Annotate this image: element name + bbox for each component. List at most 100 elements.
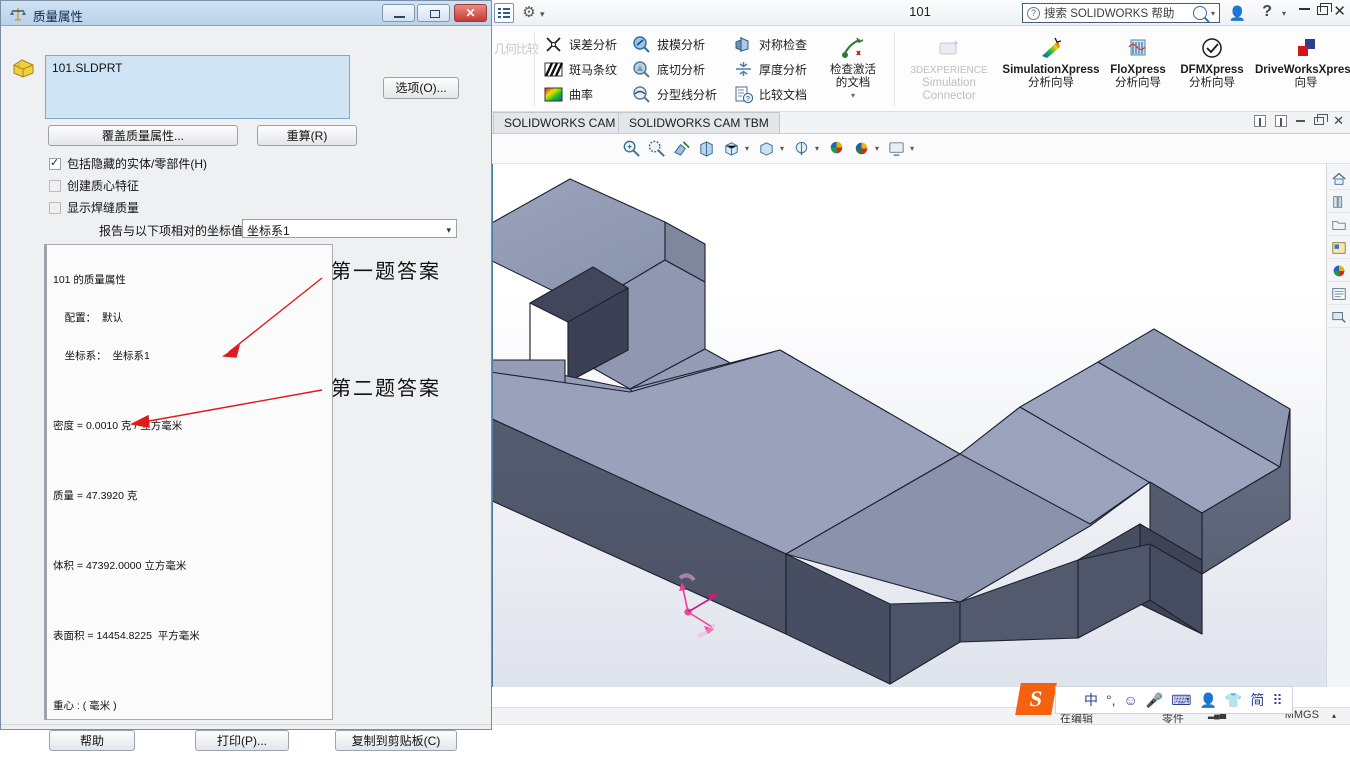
zoom-to-area-icon[interactable] — [645, 138, 667, 160]
options-button[interactable]: 选项(O)... — [383, 77, 459, 99]
selected-bodies-list[interactable]: 101.SLDPRT — [45, 55, 350, 119]
ribbon-button-label-line1: 3DEXPERIENCE — [910, 65, 988, 76]
tab-solidworks-cam-tbm[interactable]: SOLIDWORKS CAM TBM — [618, 112, 780, 133]
ribbon-button-label-line1: SimulationXpress — [1002, 64, 1100, 76]
help-search-box[interactable]: ? 搜索 SOLIDWORKS 帮助 ▾ — [1022, 3, 1220, 23]
curvature-icon — [544, 85, 563, 104]
dialog-maximize-button[interactable] — [417, 4, 450, 22]
ribbon-item-undercut-analysis[interactable]: 底切分析 — [628, 57, 721, 82]
design-library-icon[interactable] — [1327, 191, 1350, 213]
mass-properties-report[interactable]: 101 的质量属性 配置： 默认 坐标系： 坐标系1 密度 = 0.0010 克… — [44, 244, 333, 720]
checkbox-create-center-of-mass-feature[interactable]: 创建质心特征 — [49, 177, 139, 194]
ribbon-button-label-line1: DriveWorksXpress — [1254, 64, 1350, 76]
ribbon-item-symmetry-check[interactable]: 对称检查 — [730, 32, 811, 57]
ribbon-item-parting-line-analysis[interactable]: 分型线分析 — [628, 82, 721, 107]
3d-views-icon[interactable] — [1327, 306, 1350, 328]
chevron-down-icon[interactable]: ▾ — [815, 144, 819, 153]
minimize-button[interactable] — [1299, 8, 1310, 10]
ribbon-button-driveworksxpress[interactable]: DriveWorksXpress 向导 — [1252, 32, 1350, 90]
copy-to-clipboard-button[interactable]: 复制到剪贴板(C) — [335, 730, 457, 751]
section-view-icon[interactable] — [670, 138, 692, 160]
3d-model[interactable] — [490, 164, 1350, 687]
ribbon-button-simulationxpress[interactable]: SimulationXpress 分析向导 — [1002, 32, 1100, 90]
apply-scene-icon[interactable] — [825, 138, 847, 160]
edit-appearance-icon[interactable] — [790, 138, 812, 160]
minimize-pane-button[interactable] — [1296, 120, 1306, 122]
checkbox-box[interactable] — [49, 156, 61, 170]
next-pane-icon[interactable] — [1275, 115, 1288, 127]
dialog-close-button[interactable]: ✕ — [454, 4, 487, 22]
ime-voice-icon[interactable]: 🎤 — [1146, 693, 1163, 707]
ime-simplified-icon[interactable]: 简 — [1250, 693, 1264, 707]
coordinate-system-select[interactable]: 坐标系1 ▾ — [242, 219, 457, 238]
help-search-placeholder: 搜索 SOLIDWORKS 帮助 — [1044, 8, 1175, 20]
help-icon[interactable]: ? — [1262, 3, 1272, 21]
floxpress-icon — [1102, 32, 1174, 64]
previous-pane-icon[interactable] — [1254, 115, 1267, 127]
ime-keyboard-icon[interactable]: ⌨ — [1171, 693, 1191, 707]
custom-properties-icon[interactable] — [1327, 283, 1350, 305]
ribbon-item-label: 斑马条纹 — [569, 63, 618, 77]
dialog-minimize-button[interactable] — [382, 4, 415, 22]
search-icon[interactable] — [1192, 6, 1207, 20]
report-configuration: 配置： 默认 — [53, 311, 124, 324]
view-settings-icon[interactable] — [850, 138, 872, 160]
ime-punctuation-icon[interactable]: °, — [1106, 693, 1116, 707]
ime-skin-icon[interactable]: 👕 — [1225, 693, 1242, 707]
close-pane-button[interactable]: ✕ — [1333, 114, 1344, 127]
viewport-icon[interactable] — [885, 138, 907, 160]
chevron-down-icon[interactable]: ▾ — [780, 144, 784, 153]
ime-chinese-mode-icon[interactable]: 中 — [1084, 693, 1098, 707]
user-icon[interactable]: 👤 — [1229, 5, 1246, 22]
view-orientation-icon[interactable] — [695, 138, 717, 160]
chevron-down-icon[interactable]: ▾ — [1282, 9, 1286, 18]
solidworks-main-window: ⚙ ▾ 101 ? 搜索 SOLIDWORKS 帮助 ▾ 👤 ? ▾ ✕ 几何比… — [490, 0, 1350, 759]
chevron-down-icon[interactable]: ▾ — [745, 144, 749, 153]
chevron-down-icon[interactable]: ▾ — [910, 144, 914, 153]
hide-show-items-icon[interactable] — [755, 138, 777, 160]
print-button[interactable]: 打印(P)... — [195, 730, 289, 751]
ribbon-button-label-line1: 检查激活 — [830, 64, 876, 76]
sogou-ime-logo[interactable]: S — [1015, 683, 1057, 715]
ribbon-button-dfmxpress[interactable]: DFMXpress 分析向导 — [1174, 32, 1250, 90]
restore-pane-button[interactable] — [1314, 114, 1329, 125]
checkbox-box[interactable] — [49, 179, 61, 192]
cam-tab-bar: SOLIDWORKS CAM SOLIDWORKS CAM TBM ✕ — [490, 112, 1350, 134]
checkbox-label: 包括隐藏的实体/零部件(H) — [67, 157, 207, 171]
help-button[interactable]: 帮助 — [49, 730, 135, 751]
ribbon-button-floxpress[interactable]: FloXpress 分析向导 — [1102, 32, 1174, 90]
chevron-down-icon[interactable]: ▾ — [875, 144, 879, 153]
close-button[interactable]: ✕ — [1333, 3, 1346, 21]
zebra-stripes-icon — [544, 60, 564, 79]
ime-emoji-icon[interactable]: ☺ — [1124, 693, 1138, 707]
ime-account-icon[interactable]: 👤 — [1199, 693, 1216, 707]
ribbon-item-thickness-analysis[interactable]: 厚度分析 — [730, 57, 811, 82]
ime-toolbox-icon[interactable]: ⠿ — [1272, 693, 1282, 707]
zoom-to-fit-icon[interactable] — [620, 138, 642, 160]
ribbon-button-check-active-document[interactable]: 检查激活 的文档 ▾ — [814, 32, 892, 100]
restore-button[interactable] — [1317, 3, 1332, 15]
ribbon-item-deviation-analysis[interactable]: 误差分析 — [540, 32, 621, 57]
chevron-down-icon[interactable]: ▾ — [1211, 9, 1215, 18]
display-style-icon[interactable] — [720, 138, 742, 160]
checkbox-box[interactable] — [49, 201, 61, 214]
override-mass-properties-button[interactable]: 覆盖质量属性... — [48, 125, 238, 146]
chevron-down-icon[interactable]: ▾ — [446, 225, 451, 236]
checkbox-show-weld-bead-mass[interactable]: 显示焊缝质量 — [49, 199, 139, 216]
home-icon[interactable] — [1327, 168, 1350, 190]
appearances-scenes-icon[interactable] — [1327, 260, 1350, 282]
recalculate-button[interactable]: 重算(R) — [257, 125, 357, 146]
graphics-viewport[interactable] — [490, 164, 1350, 687]
ribbon-item-compare-documents[interactable]: ? 比较文档 — [730, 82, 811, 107]
file-explorer-icon[interactable] — [1327, 214, 1350, 236]
ribbon-item-draft-analysis[interactable]: 拔模分析 — [628, 32, 721, 57]
chevron-down-icon[interactable]: ▾ — [814, 91, 892, 100]
sogou-ime-toolbar[interactable]: 中 °, ☺ 🎤 ⌨ 👤 👕 简 ⠿ — [1055, 686, 1293, 714]
tab-solidworks-cam[interactable]: SOLIDWORKS CAM — [493, 112, 627, 133]
ribbon-item-curvature[interactable]: 曲率 — [540, 82, 621, 107]
report-volume: 体积 = 47392.0000 立方毫米 — [53, 559, 187, 572]
view-palette-icon[interactable] — [1327, 237, 1350, 259]
dialog-titlebar: 质量属性 ✕ — [1, 1, 491, 26]
ribbon-item-zebra-stripes[interactable]: 斑马条纹 — [540, 57, 621, 82]
checkbox-include-hidden-bodies[interactable]: 包括隐藏的实体/零部件(H) — [49, 155, 207, 172]
